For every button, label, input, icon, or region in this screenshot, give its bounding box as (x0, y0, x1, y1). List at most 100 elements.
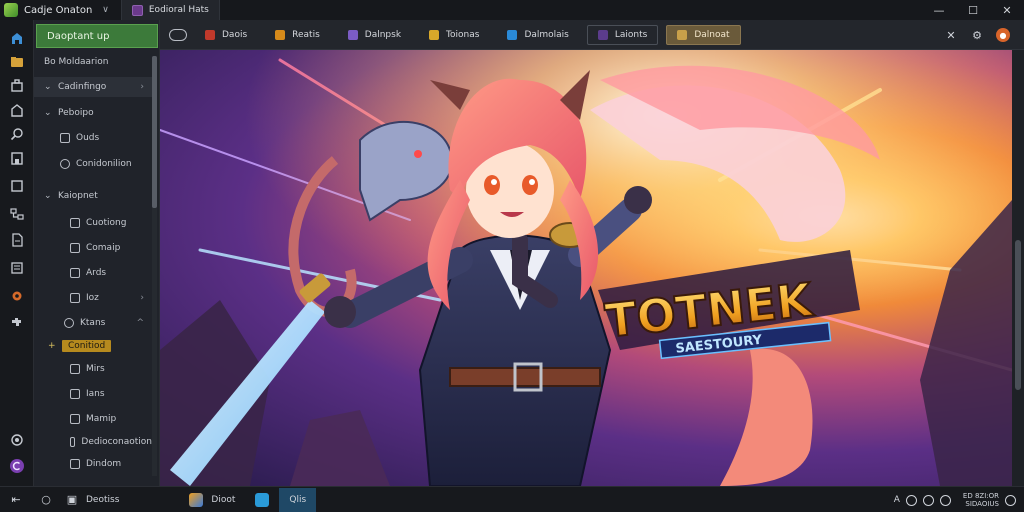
sidebar-item[interactable]: ⌄ Cadinfingo › (34, 77, 152, 97)
toolbar-tab[interactable]: Daois (195, 25, 257, 45)
home-icon[interactable] (9, 30, 25, 46)
title-bar: Cadje Onaton ∨ Eodioral Hats — ☐ ✕ (0, 0, 1024, 20)
sidebar-item[interactable]: Conidonilion (34, 154, 152, 174)
toolbar-tab[interactable]: Toionas (419, 25, 489, 45)
sidebar-item[interactable]: Mamip (34, 409, 152, 429)
sidebar-item[interactable]: Ktans ^ (34, 313, 152, 333)
gear-icon[interactable] (9, 288, 25, 304)
sidebar-item-label: Dedioconaotion (81, 437, 152, 447)
language-icon[interactable]: A (894, 495, 900, 506)
sidebar-item-label: Ioz (86, 293, 99, 303)
close-button[interactable]: ✕ (990, 0, 1024, 20)
list-icon[interactable] (9, 260, 25, 276)
app-icon (189, 492, 204, 507)
taskbar-app[interactable] (245, 488, 279, 512)
network-icon[interactable] (9, 206, 25, 222)
puzzle-icon[interactable] (9, 314, 25, 330)
sidebar-item-label: Ians (86, 389, 105, 399)
system-clock[interactable]: ED 8ZI:OR SIDAOIUS (963, 492, 999, 508)
chat-icon[interactable]: ○ (38, 493, 54, 507)
chevron-down-icon[interactable]: ∨ (102, 5, 109, 15)
window-tab-label: Eodioral Hats (148, 5, 209, 15)
sidebar-item[interactable]: Mirs (34, 359, 152, 379)
toolbar: Daois Reatis Dalnpsk Toionas Dalmolais L… (160, 20, 1024, 50)
sidebar-item[interactable]: Ards (34, 263, 152, 283)
canvas-scrollbar[interactable] (1012, 50, 1024, 486)
close-icon[interactable]: ✕ (944, 28, 958, 42)
sparkle-icon: + (48, 341, 56, 351)
sidebar-item-label: Peboipo (58, 108, 94, 118)
tab-icon (429, 29, 440, 40)
account-icon[interactable] (9, 458, 25, 474)
sidebar-item[interactable]: ⌄ Kaiopnet (34, 186, 152, 206)
taskbar-app[interactable]: Dioot (179, 488, 245, 512)
sidebar-item-label: Conidonilion (76, 159, 132, 169)
copy-icon[interactable]: ▣ (64, 493, 80, 507)
tab-icon (205, 29, 215, 40)
toolbar-tab[interactable]: Dalnpsk (338, 25, 411, 45)
refresh-icon[interactable] (9, 432, 25, 448)
toolbar-tab-label: Laionts (614, 29, 648, 40)
window-controls: — ☐ ✕ (922, 0, 1024, 20)
maximize-button[interactable]: ☐ (956, 0, 990, 20)
toolbar-tab[interactable]: Dalmolais (497, 25, 578, 45)
tab-icon (275, 29, 286, 40)
sidebar-item-label: Mamip (86, 414, 117, 424)
sidebar-item-label: Kaiopnet (58, 191, 98, 201)
notification-icon[interactable]: ● (996, 28, 1010, 42)
sidebar-item[interactable]: Ioz › (34, 288, 152, 308)
sidebar-scrollbar-thumb[interactable] (152, 56, 157, 208)
sidebar-item-label: Ouds (76, 133, 100, 143)
settings-icon[interactable]: ⚙ (970, 28, 984, 42)
sidebar: Daoptant up Bo Moldaarion ⌄ Cadinfingo ›… (34, 20, 160, 486)
artwork-canvas[interactable]: TOTNEK SAESTOURY (160, 50, 1012, 486)
toolbar-tab[interactable]: Laionts (586, 24, 659, 45)
clock-date: SIDAOIUS (965, 500, 999, 508)
folder-icon[interactable] (9, 54, 25, 70)
sidebar-item-label: Ktans (80, 318, 106, 328)
tab-icon (597, 29, 608, 40)
app-logo-icon (4, 3, 18, 17)
sidebar-item[interactable]: Bo Moldaarion (34, 52, 152, 72)
sidebar-item-label: Ards (86, 268, 107, 278)
document-icon (131, 4, 143, 16)
sidebar-item-active[interactable]: + Conitiod (34, 336, 152, 356)
toolbar-tab-label: Toionas (446, 29, 480, 40)
plugin-icon[interactable] (9, 78, 25, 94)
square-icon[interactable] (9, 178, 25, 194)
sidebar-header[interactable]: Daoptant up (36, 24, 158, 48)
notification-icon[interactable] (1005, 494, 1016, 506)
sidebar-item[interactable]: Dindom (34, 454, 152, 474)
share-icon[interactable]: ⇤ (8, 493, 24, 507)
sidebar-item[interactable]: Cuotiong (34, 213, 152, 233)
minimize-button[interactable]: — (922, 0, 956, 20)
sidebar-item[interactable]: ⌄ Peboipo (34, 103, 152, 123)
taskbar-app-label: Qlis (289, 494, 307, 505)
taskbar-app-active[interactable]: Qlis (279, 487, 317, 512)
volume-icon[interactable] (922, 494, 934, 506)
building-icon[interactable] (9, 150, 25, 166)
sidebar-item-label: Comaip (86, 243, 121, 253)
sidebar-item[interactable]: Dedioconaotion (34, 432, 152, 452)
chevron-down-icon: ⌄ (44, 191, 52, 201)
tag-icon (70, 437, 76, 447)
file-icon (70, 268, 80, 278)
battery-icon[interactable] (939, 494, 951, 506)
toolbar-tab-label: Dalnoat (694, 29, 730, 40)
taskbar-label[interactable]: Deotiss (86, 495, 119, 505)
canvas-scrollbar-thumb[interactable] (1015, 240, 1021, 390)
toolbar-tab-active[interactable]: Dalnoat (666, 24, 741, 45)
sidebar-item[interactable]: Ouds (34, 128, 152, 148)
back-icon[interactable] (169, 28, 187, 41)
window-tab[interactable]: Eodioral Hats (120, 0, 220, 20)
document-icon[interactable] (9, 232, 25, 248)
search-icon[interactable] (9, 126, 25, 142)
taskbar-app-label: Dioot (211, 494, 236, 505)
toolbar-tab[interactable]: Reatis (265, 25, 330, 45)
sidebar-item-label: Cuotiong (86, 218, 127, 228)
home-outline-icon[interactable] (9, 102, 25, 118)
sidebar-item[interactable]: Comaip (34, 238, 152, 258)
network-icon[interactable] (905, 494, 917, 506)
sidebar-item[interactable]: Ians (34, 384, 152, 404)
app-name: Cadje Onaton (24, 4, 93, 16)
